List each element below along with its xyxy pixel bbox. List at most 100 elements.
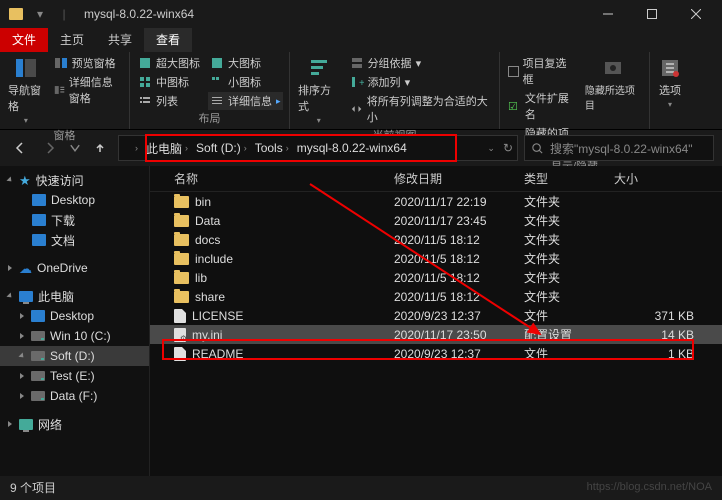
options-button[interactable]: 选项 ▾ <box>656 54 684 111</box>
layout-medium[interactable]: 中图标 <box>136 73 202 91</box>
ribbon-tabs: 文件 主页 共享 查看 <box>0 28 722 52</box>
crumb-3[interactable]: mysql-8.0.22-winx64 <box>293 141 411 155</box>
crumb-2[interactable]: Tools› <box>251 141 293 155</box>
crumb-root-chev[interactable]: › <box>131 143 142 153</box>
file-row[interactable]: LICENSE2020/9/23 12:37文件371 KB <box>150 306 722 325</box>
refresh-button[interactable]: ↻ <box>503 141 513 155</box>
crumb-0[interactable]: 此电脑› <box>142 140 192 157</box>
layout-large[interactable]: 大图标 <box>208 54 283 72</box>
svg-text:+: + <box>359 78 364 89</box>
tab-share[interactable]: 共享 <box>96 28 144 52</box>
layout-list[interactable]: 列表 <box>136 92 202 110</box>
file-row[interactable]: README2020/9/23 12:37文件1 KB <box>150 344 722 363</box>
file-size: 14 KB <box>614 328 694 342</box>
sidebar-network[interactable]: 网络 <box>0 414 149 434</box>
maximize-button[interactable] <box>630 0 674 28</box>
up-button[interactable] <box>88 136 112 160</box>
sidebar-downloads[interactable]: 下载 <box>0 210 149 230</box>
file-name: my.ini <box>192 328 222 342</box>
file-row[interactable]: include2020/11/5 18:12文件夹 <box>150 249 722 268</box>
file-row[interactable]: my.ini2020/11/17 23:50配置设置14 KB <box>150 325 722 344</box>
sidebar-thispc[interactable]: 此电脑 <box>0 286 149 306</box>
col-name[interactable]: 名称 <box>174 170 394 187</box>
file-type: 文件夹 <box>524 231 614 248</box>
qa-icon[interactable]: ▾ <box>32 6 48 22</box>
nav-pane-button[interactable]: 导航窗格 ▾ <box>6 54 46 127</box>
folder-icon <box>174 272 189 284</box>
tab-view[interactable]: 查看 <box>144 28 192 52</box>
recent-button[interactable] <box>68 136 82 160</box>
search-icon <box>531 142 544 155</box>
file-modified: 2020/9/23 12:37 <box>394 347 524 361</box>
file-size: 1 KB <box>614 347 694 361</box>
groupby-button[interactable]: 分组依据 ▾ <box>348 54 493 72</box>
col-modified[interactable]: 修改日期 <box>394 170 524 187</box>
crumb-dropdown[interactable]: ⌄ <box>487 143 495 154</box>
col-size[interactable]: 大小 <box>614 170 694 187</box>
folder-icon <box>174 234 189 246</box>
preview-pane-button[interactable]: 预览窗格 <box>52 54 123 72</box>
back-button[interactable] <box>8 136 32 160</box>
file-row[interactable]: Data2020/11/17 23:45文件夹 <box>150 211 722 230</box>
file-name: bin <box>195 195 211 209</box>
sidebar-pc-desktop[interactable]: Desktop <box>0 306 149 326</box>
hide-button[interactable]: 隐藏所选项目 <box>583 54 643 114</box>
statusbar: 9 个项目 https://blog.csdn.net/NOA <box>0 476 722 498</box>
file-row[interactable]: docs 2020/11/5 18:12文件夹 <box>150 230 722 249</box>
sort-button[interactable]: 排序方式 ▾ <box>296 54 342 127</box>
file-name: lib <box>195 271 207 285</box>
sidebar-desktop[interactable]: Desktop <box>0 190 149 210</box>
sidebar-onedrive[interactable]: ☁OneDrive <box>0 258 149 278</box>
addressbar: › 此电脑› Soft (D:)› Tools› mysql-8.0.22-wi… <box>0 130 722 166</box>
item-count: 9 个项目 <box>10 479 56 496</box>
sidebar-documents[interactable]: 文档 <box>0 230 149 250</box>
file-name: LICENSE <box>192 309 243 323</box>
file-name: share <box>195 290 225 304</box>
file-list: 名称 修改日期 类型 大小 bin2020/11/17 22:19文件夹Data… <box>150 166 722 476</box>
tab-home[interactable]: 主页 <box>48 28 96 52</box>
sidebar-data[interactable]: Data (F:) <box>0 386 149 406</box>
file-name: docs <box>195 233 220 247</box>
file-type: 文件夹 <box>524 250 614 267</box>
watermark: https://blog.csdn.net/NOA <box>587 481 712 493</box>
file-size: 371 KB <box>614 309 694 323</box>
file-name: include <box>195 252 233 266</box>
file-type: 文件夹 <box>524 269 614 286</box>
layout-small[interactable]: 小图标 <box>208 73 283 91</box>
file-modified: 2020/11/5 18:12 <box>394 233 524 247</box>
extensions-toggle[interactable]: ☑文件扩展名 <box>506 89 577 123</box>
file-row[interactable]: bin2020/11/17 22:19文件夹 <box>150 192 722 211</box>
window-title: mysql-8.0.22-winx64 <box>84 7 194 21</box>
file-modified: 2020/11/17 23:50 <box>394 328 524 342</box>
details-pane-button[interactable]: 详细信息窗格 <box>52 73 123 107</box>
sidebar-test[interactable]: Test (E:) <box>0 366 149 386</box>
forward-button[interactable] <box>38 136 62 160</box>
file-type: 文件 <box>524 307 614 324</box>
addcol-button[interactable]: +添加列 ▾ <box>348 73 493 91</box>
crumb-1[interactable]: Soft (D:)› <box>192 141 251 155</box>
layout-xlarge[interactable]: 超大图标 <box>136 54 202 72</box>
layout-details[interactable]: 详细信息▸ <box>208 92 283 110</box>
ribbon: 导航窗格 ▾ 预览窗格 详细信息窗格 窗格 超大图标 中图标 列表 大图标 小图… <box>0 52 722 130</box>
file-icon <box>174 328 186 342</box>
breadcrumb[interactable]: › 此电脑› Soft (D:)› Tools› mysql-8.0.22-wi… <box>118 135 518 161</box>
tab-file[interactable]: 文件 <box>0 28 48 52</box>
file-modified: 2020/11/17 23:45 <box>394 214 524 228</box>
qa-sep: | <box>56 6 72 22</box>
minimize-button[interactable] <box>586 0 630 28</box>
autosize-button[interactable]: 将所有列调整为合适的大小 <box>348 92 493 126</box>
folder-icon <box>174 196 189 208</box>
sidebar: ★快速访问 Desktop 下载 文档 ☁OneDrive 此电脑 Deskto… <box>0 166 150 476</box>
file-row[interactable]: share2020/11/5 18:12文件夹 <box>150 287 722 306</box>
search-box[interactable]: 搜索"mysql-8.0.22-winx64" <box>524 135 714 161</box>
file-name: README <box>192 347 243 361</box>
file-row[interactable]: lib2020/11/5 18:12文件夹 <box>150 268 722 287</box>
close-button[interactable] <box>674 0 718 28</box>
sidebar-quick-access[interactable]: ★快速访问 <box>0 170 149 190</box>
col-type[interactable]: 类型 <box>524 170 614 187</box>
titlebar: ▾ | mysql-8.0.22-winx64 <box>0 0 722 28</box>
sidebar-win10[interactable]: Win 10 (C:) <box>0 326 149 346</box>
ribbon-group-layout: 布局 <box>136 110 283 128</box>
sidebar-soft[interactable]: Soft (D:) <box>0 346 149 366</box>
checkboxes-toggle[interactable]: 项目复选框 <box>506 54 577 88</box>
